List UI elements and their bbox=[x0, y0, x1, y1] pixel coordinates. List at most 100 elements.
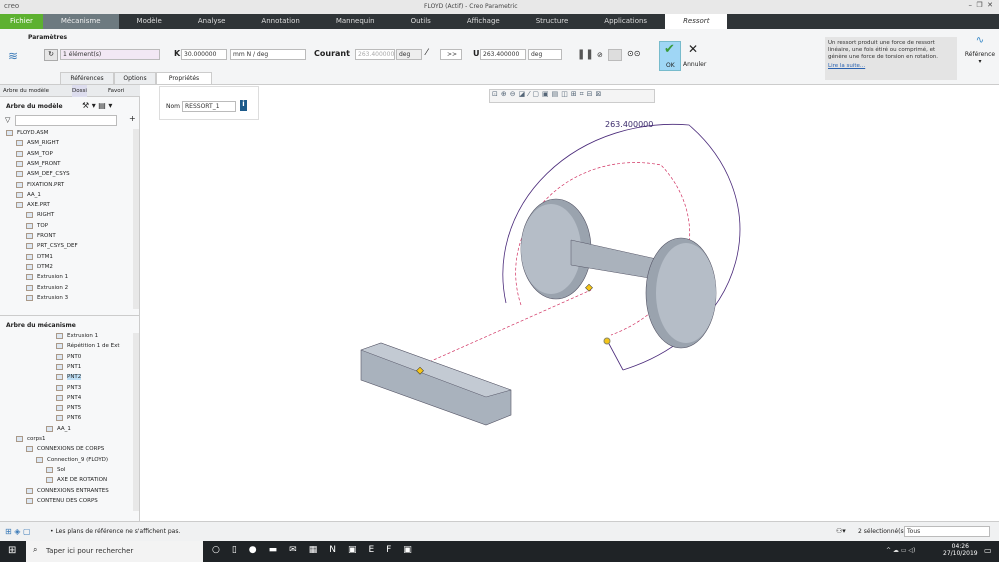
tree-item[interactable]: ASM_FRONT bbox=[16, 160, 61, 167]
tree-item[interactable]: FRONT bbox=[26, 233, 56, 239]
subtab-proprietes[interactable]: Propriétés bbox=[156, 72, 212, 84]
tree-item[interactable]: RIGHT bbox=[26, 212, 55, 219]
tree-item[interactable]: ASM_DEF_CSYS bbox=[16, 171, 70, 178]
tree-item[interactable]: CONNEXIONS DE CORPS bbox=[26, 446, 104, 453]
tree-item[interactable]: ASM_TOP bbox=[16, 150, 53, 157]
tab-affichage[interactable]: Affichage bbox=[449, 14, 518, 29]
tree-item[interactable]: DTM1 bbox=[26, 253, 53, 260]
k-label: K bbox=[174, 49, 181, 58]
window-controls[interactable]: – ❐ ✕ bbox=[968, 1, 993, 9]
tree-item-label: PNT6 bbox=[67, 415, 82, 422]
tree-item[interactable]: Connection_9 (FLOYD) bbox=[36, 456, 108, 463]
tree-item[interactable]: FLOYD.ASM bbox=[6, 130, 48, 136]
tree-item[interactable]: CONTENU DES CORPS bbox=[26, 497, 98, 504]
tab-folder[interactable]: Dossi bbox=[72, 85, 87, 97]
reference-label: Référence bbox=[964, 51, 996, 58]
tree-item[interactable]: Extrusion 3 bbox=[26, 294, 68, 301]
notifications-icon[interactable]: ▭ bbox=[984, 546, 992, 555]
tree-item[interactable]: Extrusion 1 bbox=[56, 333, 98, 339]
reference-button[interactable]: ∿ Référence ▾ bbox=[962, 35, 998, 79]
courant-value: 263.400000 bbox=[355, 49, 395, 60]
tree-node-icon bbox=[26, 446, 33, 453]
tray-icons[interactable]: ^ ☁ ▭ ◁) bbox=[886, 547, 915, 554]
stop-icon[interactable]: ⊘ bbox=[597, 51, 603, 59]
reverse-button[interactable]: ↻ bbox=[44, 49, 58, 61]
tree-item[interactable]: DTM2 bbox=[26, 263, 53, 270]
tree-item[interactable]: CONNEXIONS ENTRANTES bbox=[26, 487, 109, 494]
tab-favorites[interactable]: Favori bbox=[108, 85, 124, 97]
ok-button[interactable]: ✔ OK bbox=[659, 41, 681, 71]
measure-icon[interactable]: ⁄ bbox=[426, 48, 428, 58]
tree-item-label: AXE DE ROTATION bbox=[57, 477, 108, 484]
tree-item[interactable]: ASM_RIGHT bbox=[16, 140, 59, 147]
tab-outils[interactable]: Outils bbox=[393, 14, 449, 29]
scrollbar[interactable] bbox=[133, 333, 139, 511]
tree-item-label: PNT3 bbox=[67, 384, 82, 391]
scrollbar[interactable] bbox=[133, 129, 139, 309]
k-unit-select[interactable]: mm N / deg bbox=[230, 49, 306, 60]
settings-icon[interactable]: ⚒ ▾ ▤ ▾ bbox=[82, 101, 112, 110]
tree-item-label: ASM_DEF_CSYS bbox=[27, 171, 70, 178]
tree-item-label: RIGHT bbox=[37, 212, 55, 219]
windows-icon[interactable]: ⊞ bbox=[8, 545, 16, 556]
copy-value-button[interactable]: >> bbox=[440, 49, 462, 60]
glasses-icon[interactable]: ⊙⊙ bbox=[627, 49, 640, 58]
u-unit-select[interactable]: deg bbox=[528, 49, 562, 60]
tab-annotation[interactable]: Annotation bbox=[243, 14, 317, 29]
tab-mecanisme[interactable]: Mécanisme bbox=[42, 14, 119, 29]
clock[interactable]: 04:26 27/10/2019 bbox=[943, 543, 978, 557]
read-more-link[interactable]: Lire la suite... bbox=[828, 63, 954, 70]
tab-analyse[interactable]: Analyse bbox=[180, 14, 244, 29]
tree-item[interactable]: Extrusion 1 bbox=[26, 274, 68, 281]
search-box[interactable]: ⌕ Taper ici pour rechercher bbox=[26, 541, 203, 562]
subtab-options[interactable]: Options bbox=[114, 72, 156, 84]
tree-item[interactable]: AXE DE ROTATION bbox=[46, 477, 108, 484]
tree-item[interactable]: PNT5 bbox=[56, 405, 81, 412]
tree-item[interactable]: AXE.PRT bbox=[16, 202, 50, 209]
point-marker bbox=[603, 337, 611, 345]
subtab-references[interactable]: Références bbox=[60, 72, 114, 84]
tab-model-tree[interactable]: Arbre du modèle bbox=[3, 85, 49, 97]
tree-item[interactable]: PNT1 bbox=[56, 363, 81, 370]
title-bar: creo FLOYD (Actif) - Creo Parametric – ❐… bbox=[0, 0, 999, 14]
tree-item[interactable]: PNT4 bbox=[56, 394, 81, 401]
tree-item-label: FLOYD.ASM bbox=[17, 130, 49, 136]
u-value-field[interactable]: 263.400000 bbox=[480, 49, 526, 60]
tree-item[interactable]: FIXATION.PRT bbox=[16, 181, 64, 188]
cancel-button[interactable]: ✕ Annuler bbox=[683, 41, 707, 71]
tree-item[interactable]: PNT0 bbox=[56, 353, 81, 360]
tree-item[interactable]: AA_1 bbox=[16, 191, 41, 198]
tree-item[interactable]: PRT_CSYS_DEF bbox=[26, 243, 78, 250]
tree-item[interactable]: corps1 bbox=[16, 436, 46, 442]
taskbar-apps[interactable]: ○▯●▬✉▦N▣EF▣ bbox=[212, 545, 424, 555]
ribbon-tabs: Fichier Mécanisme Modèle Analyse Annotat… bbox=[0, 14, 999, 29]
tree-item[interactable]: PNT2 bbox=[56, 374, 82, 381]
k-value-field[interactable]: 30.000000 bbox=[181, 49, 227, 60]
tree-item[interactable]: PNT6 bbox=[56, 415, 82, 422]
dimension-label[interactable]: 263.400000 bbox=[605, 120, 653, 129]
tree-item[interactable]: AA_1 bbox=[46, 425, 71, 432]
tree-item[interactable]: Répétition 1 de Ext bbox=[56, 343, 120, 350]
tab-modele[interactable]: Modèle bbox=[119, 14, 180, 29]
tree-item-label: FRONT bbox=[37, 233, 56, 239]
tree-item[interactable]: Sol bbox=[46, 466, 65, 473]
pause-icon[interactable]: ❚❚ bbox=[577, 49, 594, 60]
graphics-viewport[interactable]: Nom RESSORT_1 i ⊡⊕⊖◪⁄▢▣▤◫⊞⌗⊟⊠ 263.400000 bbox=[141, 85, 999, 521]
selection-filter[interactable]: Tous bbox=[904, 526, 990, 537]
tab-structure[interactable]: Structure bbox=[518, 14, 587, 29]
tree-item[interactable]: Extrusion 2 bbox=[26, 284, 68, 291]
tab-fichier[interactable]: Fichier bbox=[0, 14, 43, 29]
binoculars-icon[interactable]: ⚇▾ bbox=[836, 527, 846, 535]
tree-icon[interactable]: ⊞ ◈ ▢ bbox=[5, 527, 31, 536]
preview-icon[interactable] bbox=[608, 49, 622, 61]
add-icon[interactable]: + bbox=[129, 114, 136, 123]
tree-search-input[interactable] bbox=[15, 115, 117, 126]
tree-item[interactable]: TOP bbox=[26, 222, 48, 229]
tree-item[interactable]: PNT3 bbox=[56, 384, 82, 391]
tab-applications[interactable]: Applications bbox=[586, 14, 665, 29]
references-field[interactable]: 1 élément(s) bbox=[60, 49, 160, 60]
help-text: Un ressort produit une force de ressort … bbox=[828, 40, 939, 60]
app-logo: creo bbox=[4, 2, 20, 10]
tab-ressort[interactable]: Ressort bbox=[665, 14, 728, 29]
tab-mannequin[interactable]: Mannequin bbox=[318, 14, 393, 29]
